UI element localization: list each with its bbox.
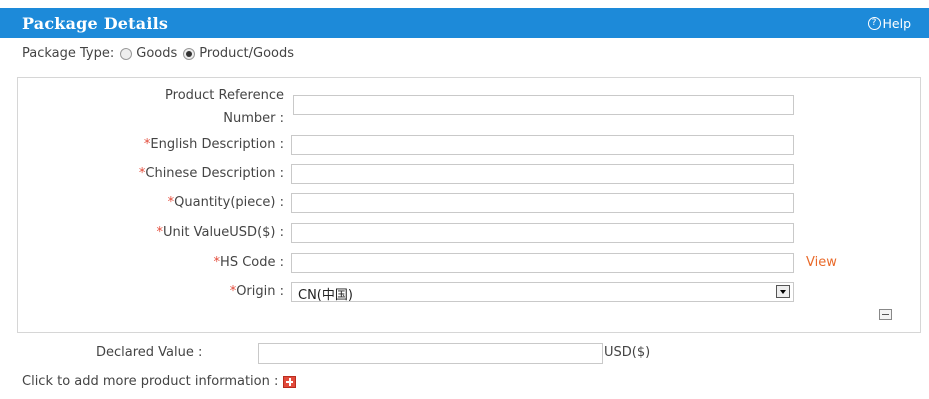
quantity-label: *Quantity(piece) : <box>60 193 284 213</box>
help-icon: ? <box>867 17 881 30</box>
origin-text: Origin : <box>236 284 284 299</box>
origin-selected-value: CN(中国) <box>298 288 353 303</box>
hs-code-label: *HS Code : <box>60 253 284 273</box>
product-goods-radio[interactable] <box>183 47 196 60</box>
panel-header: Package Details ? Help <box>0 8 929 38</box>
declared-value-input[interactable] <box>258 343 603 364</box>
help-label: Help <box>882 16 912 31</box>
hs-code-view-link[interactable]: View <box>806 255 837 270</box>
declared-value-unit: USD($) <box>604 345 651 360</box>
add-more-row: Click to add more product information : <box>22 374 297 389</box>
product-reference-label: Product Reference Number : <box>60 86 284 129</box>
quantity-input[interactable] <box>291 193 794 213</box>
chinese-description-label: *Chinese Description : <box>60 164 284 184</box>
unit-value-label: *Unit ValueUSD($) : <box>60 223 285 243</box>
unit-value-input[interactable] <box>291 223 794 243</box>
help-link[interactable]: ? Help <box>867 16 912 31</box>
package-type-label: Package Type: <box>22 46 115 61</box>
product-reference-label-line2: Number : <box>223 111 284 126</box>
product-goods-radio-label: Product/Goods <box>199 46 295 61</box>
product-reference-input[interactable] <box>293 95 794 115</box>
english-description-label: *English Description : <box>60 135 284 155</box>
collapse-product-button[interactable] <box>879 309 892 320</box>
english-description-text: English Description : <box>150 137 284 152</box>
add-product-icon[interactable] <box>283 375 297 388</box>
add-more-label: Click to add more product information : <box>22 374 279 389</box>
origin-label: *Origin : <box>60 282 284 302</box>
english-description-input[interactable] <box>291 135 794 155</box>
declared-value-label: Declared Value : <box>96 345 203 360</box>
goods-radio-label: Goods <box>136 46 178 61</box>
chevron-down-icon[interactable] <box>776 285 790 298</box>
quantity-text: Quantity(piece) : <box>174 195 284 210</box>
product-reference-label-line1: Product Reference <box>165 88 284 103</box>
chinese-description-text: Chinese Description : <box>145 166 284 181</box>
origin-select[interactable]: CN(中国) <box>291 282 794 303</box>
hs-code-input[interactable] <box>291 253 794 273</box>
package-type-row: Package Type: Goods Product/Goods <box>22 46 294 61</box>
panel-title: Package Details <box>22 14 169 33</box>
unit-value-text: Unit ValueUSD($) : <box>163 225 284 240</box>
goods-radio[interactable] <box>120 47 133 60</box>
hs-code-text: HS Code : <box>220 255 284 270</box>
chinese-description-input[interactable] <box>291 164 794 184</box>
